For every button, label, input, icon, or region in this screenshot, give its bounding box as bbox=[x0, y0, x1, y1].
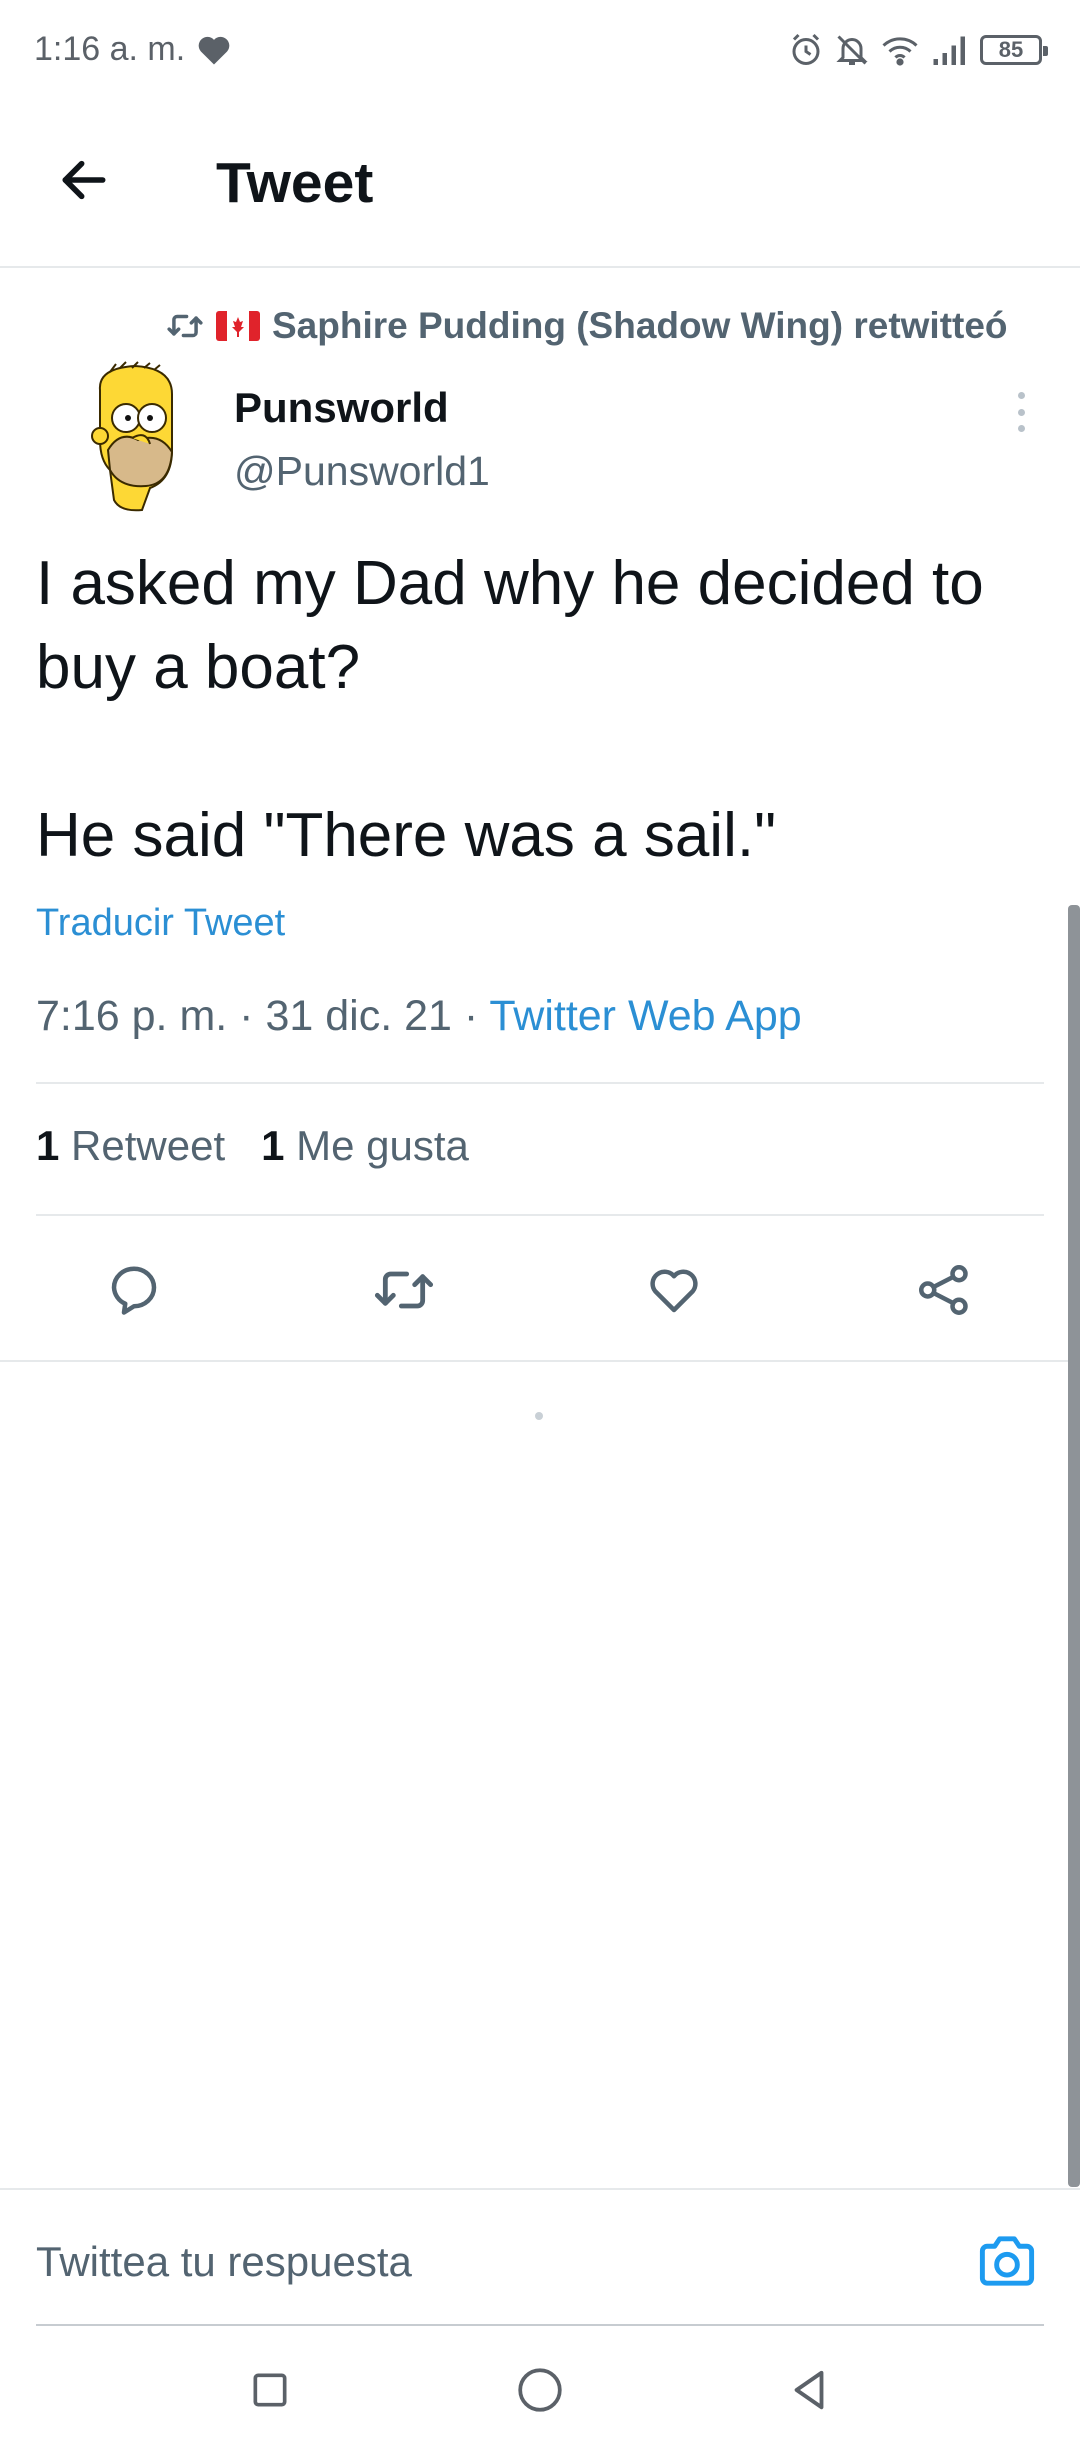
recents-square-icon bbox=[253, 2373, 287, 2407]
author-handle[interactable]: @Punsworld1 bbox=[234, 448, 490, 495]
reply-button[interactable] bbox=[102, 1258, 166, 1322]
retweet-count: 1 bbox=[36, 1122, 60, 1169]
scrollbar[interactable] bbox=[1068, 905, 1080, 2187]
meta-separator: · bbox=[463, 992, 479, 1040]
reply-icon bbox=[111, 1266, 157, 1315]
loading-indicator bbox=[535, 1412, 543, 1420]
like-count: 1 bbox=[261, 1122, 285, 1169]
camera-icon bbox=[979, 2236, 1035, 2286]
retweet-count-label: Retweet bbox=[71, 1122, 226, 1169]
like-button[interactable] bbox=[642, 1258, 706, 1322]
home-button[interactable] bbox=[510, 2360, 570, 2420]
divider bbox=[36, 1214, 1044, 1216]
share-button[interactable] bbox=[912, 1258, 976, 1322]
camera-button[interactable] bbox=[974, 2230, 1040, 2292]
more-dot-icon bbox=[1017, 392, 1025, 399]
retweet-icon bbox=[374, 1271, 434, 1309]
canada-flag-icon bbox=[216, 311, 260, 341]
tweet-date: 31 dic. 21 bbox=[265, 992, 452, 1040]
system-back-button[interactable] bbox=[780, 2360, 840, 2420]
like-count-link[interactable]: 1 Me gusta bbox=[261, 1122, 469, 1170]
more-dot-icon bbox=[1017, 408, 1025, 416]
tweet-time: 7:16 p. m. bbox=[36, 992, 228, 1040]
reply-input-underline bbox=[36, 2324, 1044, 2326]
divider bbox=[0, 1360, 1080, 1362]
signal-icon bbox=[933, 36, 965, 65]
reply-input[interactable]: Twittea tu respuesta bbox=[36, 2238, 412, 2286]
page-title: Tweet bbox=[216, 151, 374, 215]
home-circle-icon bbox=[518, 2368, 562, 2412]
avatar[interactable] bbox=[80, 360, 190, 520]
tweet-metadata: 7:16 p. m. · 31 dic. 21 · Twitter Web Ap… bbox=[36, 992, 802, 1041]
arrow-left-icon bbox=[62, 160, 106, 200]
battery-indicator: 85 bbox=[980, 35, 1048, 65]
heart-icon bbox=[198, 36, 230, 65]
retweet-icon bbox=[167, 314, 203, 338]
more-dot-icon bbox=[1017, 425, 1025, 432]
divider bbox=[36, 1082, 1044, 1084]
bell-off-icon bbox=[836, 35, 868, 65]
wifi-icon bbox=[882, 37, 918, 66]
more-options-button[interactable] bbox=[1004, 386, 1038, 438]
share-icon bbox=[919, 1265, 968, 1315]
reply-bar: Twittea tu respuesta bbox=[0, 2188, 1080, 2326]
back-triangle-icon bbox=[794, 2370, 824, 2410]
like-count-label: Me gusta bbox=[296, 1122, 469, 1169]
retweet-attribution[interactable]: Saphire Pudding (Shadow Wing) retwitteó bbox=[166, 302, 1008, 350]
tweet-text: I asked my Dad why he decided to buy a b… bbox=[36, 549, 984, 870]
tweet-action-bar bbox=[0, 1250, 1080, 1330]
alarm-icon bbox=[792, 33, 820, 65]
meta-separator: · bbox=[239, 992, 254, 1040]
author-name[interactable]: Punsworld bbox=[234, 384, 449, 432]
back-button[interactable] bbox=[48, 144, 120, 216]
retweet-count-link[interactable]: 1 Retweet bbox=[36, 1122, 225, 1170]
translate-tweet-link[interactable]: Traducir Tweet bbox=[36, 902, 285, 945]
tweet-source-link[interactable]: Twitter Web App bbox=[489, 992, 801, 1040]
status-icons: 85 bbox=[788, 30, 1048, 70]
retweet-attribution-text: Saphire Pudding (Shadow Wing) retwitteó bbox=[272, 305, 1008, 346]
status-time: 1:16 a. m. bbox=[34, 30, 186, 68]
status-bar: 1:16 a. m. 85 bbox=[0, 0, 1080, 100]
recents-button[interactable] bbox=[240, 2360, 300, 2420]
retweet-button[interactable] bbox=[372, 1258, 436, 1322]
system-nav-bar bbox=[0, 2330, 1080, 2460]
top-app-bar: Tweet bbox=[0, 100, 1080, 268]
like-icon bbox=[650, 1269, 698, 1313]
tweet-stats: 1 Retweet 1 Me gusta bbox=[36, 1122, 469, 1170]
